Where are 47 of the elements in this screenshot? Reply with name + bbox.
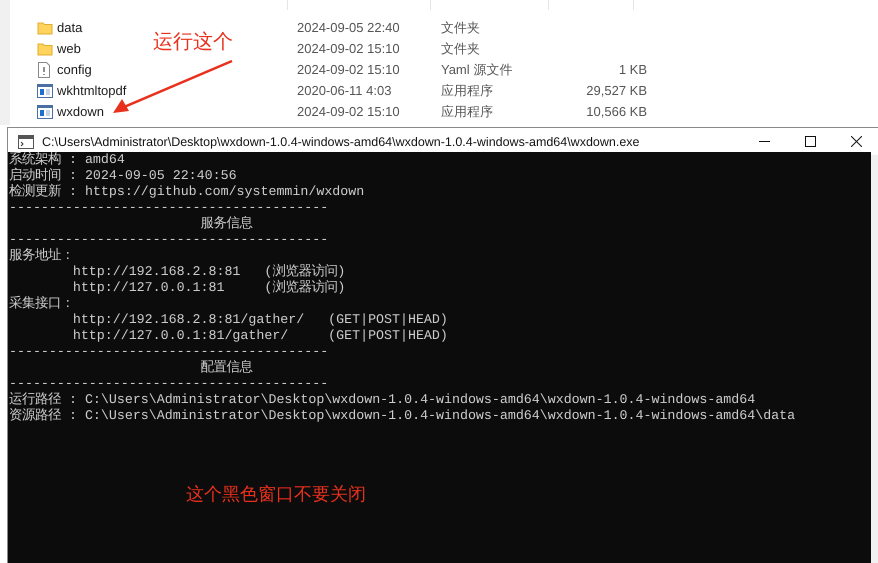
window-title: C:\Users\Administrator\Desktop\wxdown-1.0.4-windows-amd64\wxdown-1.0.4-windows-amd64\wxdown.exe <box>42 134 640 148</box>
console-line: 资源路径 : C:\Users\Administrator\Desktop\wxdown-1.0.4-windows-amd64\wxdown-1.0.4-windows-amd64\data <box>9 408 796 424</box>
file-name[interactable]: data <box>57 20 82 35</box>
console-line: 采集接口： <box>9 296 75 312</box>
console-line: http://192.168.2.8:81/gather/ (GET|POST|HEAD) <box>72 312 449 328</box>
console-line: 服务地址： <box>9 248 75 264</box>
file-type: Yaml 源文件 <box>441 60 512 78</box>
console-line: 配置信息 <box>200 360 254 376</box>
file-size: 1 KB <box>618 62 647 77</box>
console-line: http://127.0.0.1:81/gather/ (GET|POST|HEAD) <box>72 328 449 344</box>
folder-icon <box>37 40 53 56</box>
file-type: 文件夹 <box>441 40 480 58</box>
file-type: 应用程序 <box>441 102 493 120</box>
file-date: 2024-09-02 15:10 <box>297 104 400 119</box>
application-icon <box>37 84 53 98</box>
console-line: 系统架构 : amd64 <box>9 152 126 168</box>
console-icon <box>18 134 34 148</box>
document-icon <box>37 62 51 78</box>
folder-icon <box>37 20 53 36</box>
file-name[interactable]: wxdown <box>57 104 104 119</box>
file-name[interactable]: config <box>57 62 92 77</box>
scrollbar[interactable] <box>871 155 878 563</box>
console-line: ---------------------------------------- <box>9 376 330 392</box>
console-line: 服务信息 <box>200 216 254 232</box>
file-name[interactable]: wkhtmltopdf <box>57 83 126 98</box>
file-date: 2020-06-11 4:03 <box>297 83 392 98</box>
file-type: 应用程序 <box>441 82 493 100</box>
file-type: 文件夹 <box>441 18 480 36</box>
console-line: ---------------------------------------- <box>9 344 330 360</box>
console-line: ---------------------------------------- <box>9 200 330 216</box>
annotation-text: 运行这个 <box>153 30 233 55</box>
annotation-text: 这个黑色窗口不要关闭 <box>186 483 366 506</box>
file-size: 10,566 KB <box>586 104 647 119</box>
application-icon <box>37 104 53 118</box>
console-line: http://192.168.2.8:81 (浏览器访问) <box>72 264 346 280</box>
close-icon <box>850 136 862 147</box>
console-line: 运行路径 : C:\Users\Administrator\Desktop\wxdown-1.0.4-windows-amd64\wxdown-1.0.4-windows-amd64 <box>9 392 756 408</box>
file-size: 29,527 KB <box>586 83 647 98</box>
console-line: 检测更新 : https://github.com/systemmin/wxdown <box>9 184 366 200</box>
file-date: 2024-09-02 15:10 <box>297 62 400 77</box>
maximize-icon <box>804 136 816 147</box>
console-line: 启动时间 : 2024-09-05 22:40:56 <box>9 168 238 184</box>
console-line: http://127.0.0.1:81 (浏览器访问) <box>72 280 346 296</box>
file-date: 2024-09-05 22:40 <box>297 20 400 35</box>
console-line: ---------------------------------------- <box>9 232 330 248</box>
file-name[interactable]: web <box>57 41 81 56</box>
file-date: 2024-09-02 15:10 <box>297 41 400 56</box>
